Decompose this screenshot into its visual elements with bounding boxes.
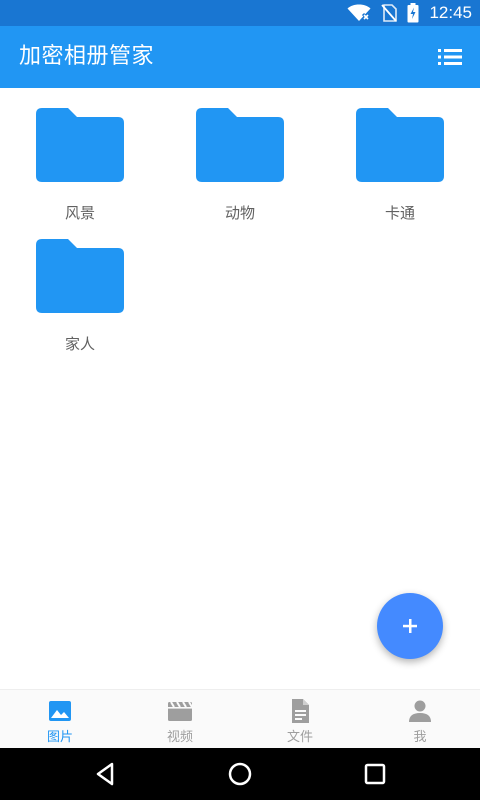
plus-icon bbox=[403, 619, 417, 633]
home-button[interactable] bbox=[226, 760, 254, 788]
nav-item-images[interactable]: 图片 bbox=[0, 690, 120, 749]
nav-item-files[interactable]: 文件 bbox=[240, 690, 360, 749]
list-menu-button[interactable] bbox=[436, 43, 464, 71]
document-icon bbox=[292, 699, 309, 723]
status-icons: 12:45 bbox=[347, 0, 472, 26]
status-bar: 12:45 bbox=[0, 0, 480, 26]
folder-label: 家人 bbox=[64, 335, 95, 353]
folder-item[interactable]: 动物 bbox=[160, 92, 320, 222]
recents-icon bbox=[364, 763, 386, 785]
person-icon bbox=[409, 700, 431, 722]
wifi-no-internet-icon bbox=[347, 4, 371, 22]
video-clapper-icon bbox=[168, 701, 193, 721]
home-icon bbox=[228, 762, 252, 786]
folder-item[interactable]: 风景 bbox=[0, 92, 160, 222]
nav-item-videos[interactable]: 视频 bbox=[120, 690, 240, 749]
folder-icon bbox=[356, 108, 444, 182]
app-title: 加密相册管家 bbox=[19, 44, 155, 69]
folder-label: 风景 bbox=[64, 204, 95, 222]
folder-label: 卡通 bbox=[384, 204, 415, 222]
nav-label: 文件 bbox=[286, 730, 313, 745]
nav-item-me[interactable]: 我 bbox=[360, 690, 480, 749]
folder-item[interactable]: 卡通 bbox=[320, 92, 480, 222]
list-menu-icon bbox=[438, 49, 462, 65]
app-bar: 加密相册管家 bbox=[0, 26, 480, 88]
folder-item[interactable]: 家人 bbox=[0, 223, 160, 353]
no-sim-icon bbox=[381, 4, 398, 22]
nav-label: 图片 bbox=[46, 730, 73, 745]
folder-label: 动物 bbox=[224, 204, 255, 222]
back-icon bbox=[96, 762, 114, 786]
add-fab-button[interactable] bbox=[377, 593, 443, 659]
system-nav-bar bbox=[0, 748, 480, 800]
battery-charging-icon bbox=[407, 3, 419, 23]
nav-label: 我 bbox=[413, 730, 427, 745]
bottom-nav: 图片 视频 文件 我 bbox=[0, 689, 480, 749]
nav-label: 视频 bbox=[166, 730, 193, 745]
status-time: 12:45 bbox=[429, 3, 472, 22]
image-icon bbox=[49, 701, 71, 721]
folder-icon bbox=[196, 108, 284, 182]
folder-icon bbox=[36, 108, 124, 182]
screen: 12:45 加密相册管家 风景 动物 卡通 家人 图片 视频 文件 我 bbox=[0, 0, 480, 800]
folder-icon bbox=[36, 239, 124, 313]
recents-button[interactable] bbox=[361, 760, 389, 788]
back-button[interactable] bbox=[92, 760, 120, 788]
